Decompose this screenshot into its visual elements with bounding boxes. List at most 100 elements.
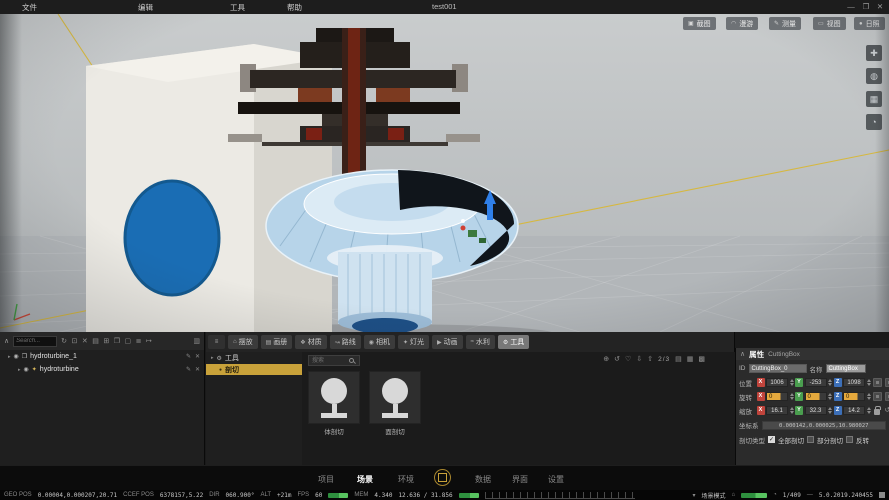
checkbox-cut-all[interactable]: ✓ <box>768 436 775 443</box>
tree-item-hydroturbine-1[interactable]: ▸ ◉ ❒ hydroturbine_1 ✎ ✕ <box>0 350 204 363</box>
tab-tools[interactable]: ⚙工具 <box>498 335 529 349</box>
collapse-panel-icon[interactable]: ∧ <box>4 337 9 345</box>
value-stepper[interactable] <box>828 406 832 415</box>
large-grid-view-icon[interactable]: ▩ <box>698 355 705 363</box>
duplicate-icon[interactable]: ❐ <box>114 337 120 345</box>
tool-card-volume-cut[interactable]: 体剖切 <box>308 371 360 436</box>
value-stepper[interactable] <box>867 392 871 401</box>
scale-z-field[interactable]: 14.2 <box>843 406 865 415</box>
status-square-icon[interactable] <box>879 492 885 498</box>
list-view-icon[interactable]: ▤ <box>675 355 682 363</box>
minimize-button[interactable]: — <box>845 2 857 11</box>
grid-button[interactable]: ▦ <box>866 91 882 107</box>
checkbox-invert[interactable] <box>846 436 853 443</box>
add-icon[interactable]: ⊕ <box>603 355 609 363</box>
display-settings-button[interactable]: ◔ <box>866 114 882 130</box>
app-logo[interactable] <box>434 469 451 486</box>
refresh-icon[interactable]: ↺ <box>614 355 620 363</box>
value-stepper[interactable] <box>790 378 794 387</box>
coordinate-field[interactable]: 0.000142,0.000025,10.980027 <box>762 421 887 430</box>
list-view-icon[interactable]: ≣ <box>136 337 142 345</box>
menu-file[interactable]: 文件 <box>22 2 37 13</box>
nav-cube-button[interactable]: ✚ <box>866 45 882 61</box>
tree-item-hydroturbine[interactable]: ▸ ◉ ✦ hydroturbine ✎ ✕ <box>0 363 204 376</box>
rotation-y-field[interactable]: 0 <box>805 392 827 401</box>
edit-item-icon[interactable]: ✎ <box>186 353 191 360</box>
value-stepper[interactable] <box>828 378 832 387</box>
edit-item-icon[interactable]: ✎ <box>186 366 191 373</box>
id-field[interactable]: CuttingBox_0 <box>749 364 807 373</box>
tab-route[interactable]: ↝路线 <box>330 335 361 349</box>
tab-water[interactable]: ≈水利 <box>466 335 495 349</box>
menu-edit[interactable]: 编辑 <box>138 2 153 13</box>
clear-icon[interactable]: ✕ <box>82 337 88 345</box>
folder-icon[interactable]: ▤ <box>92 337 99 345</box>
nav-data[interactable]: 数据 <box>475 474 491 485</box>
globe-button[interactable]: ◍ <box>866 68 882 84</box>
rotation-z-field[interactable]: 0 <box>843 392 865 401</box>
upload-icon[interactable]: ⇧ <box>647 355 653 363</box>
paste-values-button[interactable] <box>885 378 889 387</box>
name-field[interactable]: CuttingBox <box>826 364 866 373</box>
maximize-button[interactable]: ❐ <box>860 2 872 11</box>
roam-button[interactable]: ◠ 漫游 <box>726 17 758 30</box>
nav-settings[interactable]: 设置 <box>548 474 564 485</box>
value-stepper[interactable] <box>790 406 794 415</box>
reset-icon[interactable]: ↺ <box>885 406 889 415</box>
delete-item-icon[interactable]: ✕ <box>195 366 200 373</box>
lock-scale-icon[interactable] <box>873 406 882 416</box>
grid-view-icon[interactable]: ▦ <box>687 355 694 363</box>
tool-search[interactable] <box>308 355 360 366</box>
nav-interface[interactable]: 界面 <box>512 474 528 485</box>
scene-mode-selector[interactable]: 场景模式 <box>701 491 725 500</box>
copy-values-button[interactable] <box>873 392 882 401</box>
expand-icon[interactable]: ⊞ <box>103 337 109 345</box>
visibility-eye-icon[interactable]: ◉ <box>24 366 29 373</box>
tab-light[interactable]: ✦灯光 <box>398 335 429 349</box>
visibility-eye-icon[interactable]: ◉ <box>14 353 19 360</box>
scale-x-field[interactable]: 16.1 <box>766 406 788 415</box>
value-stepper[interactable] <box>790 392 794 401</box>
scale-y-field[interactable]: 32.3 <box>805 406 827 415</box>
position-z-field[interactable]: 1098 <box>843 378 865 387</box>
refresh-icon[interactable]: ↻ <box>61 337 67 345</box>
outliner-search-input[interactable] <box>13 336 57 347</box>
view-button[interactable]: ▭ 视图 <box>813 17 846 30</box>
frame-icon[interactable]: ▢ <box>125 337 132 345</box>
expand-arrow-icon[interactable]: ▸ <box>8 354 11 360</box>
paste-values-button[interactable] <box>885 392 889 401</box>
nav-project[interactable]: 项目 <box>318 474 334 485</box>
copy-values-button[interactable] <box>873 378 882 387</box>
checkbox-cut-partial[interactable] <box>807 436 814 443</box>
tool-search-input[interactable] <box>312 356 346 365</box>
expand-arrow-icon[interactable]: ▸ <box>18 367 21 373</box>
measure-button[interactable]: ✎ 测量 <box>769 17 801 30</box>
tool-card-plane-cut[interactable]: 面剖切 <box>369 371 421 436</box>
export-icon[interactable]: ↦ <box>146 337 152 345</box>
viewport-3d[interactable]: ▣ 截图 ◠ 漫游 ✎ 测量 ▭ 视图 ● 日照 ✚ ◍ ▦ ◔ <box>0 14 889 332</box>
value-stepper[interactable] <box>867 406 871 415</box>
delete-item-icon[interactable]: ✕ <box>195 353 200 360</box>
chevron-down-icon[interactable]: ▾ <box>692 492 695 499</box>
value-stepper[interactable] <box>828 392 832 401</box>
sunlight-button[interactable]: ● 日照 <box>854 17 885 30</box>
position-y-field[interactable]: -253 <box>805 378 827 387</box>
tab-place[interactable]: ⌂摆放 <box>228 335 258 349</box>
tool-tree-root[interactable]: ▸ ⚙ 工具 <box>206 352 302 364</box>
rotation-x-field[interactable]: 0 <box>766 392 788 401</box>
home-icon[interactable]: ⌂ <box>732 492 736 498</box>
menu-help[interactable]: 帮助 <box>287 2 302 13</box>
tool-tree-item-cutting[interactable]: ● 剖切 <box>206 364 302 375</box>
position-x-field[interactable]: 1006 <box>766 378 788 387</box>
panel-toggle-icon[interactable]: ▥ <box>193 337 200 345</box>
tab-album[interactable]: ▤画册 <box>261 335 293 349</box>
screenshot-button[interactable]: ▣ 截图 <box>683 17 716 30</box>
tab-material[interactable]: ❖材质 <box>295 335 326 349</box>
tab-animation[interactable]: ▶动画 <box>432 335 463 349</box>
favorite-icon[interactable]: ♡ <box>625 355 631 363</box>
dock-menu-button[interactable]: ≡ <box>208 335 225 349</box>
collapse-panel-icon[interactable]: ∧ <box>740 350 745 358</box>
download-icon[interactable]: ⇩ <box>636 355 642 363</box>
tab-camera[interactable]: ◉相机 <box>364 335 395 349</box>
close-button[interactable]: ✕ <box>874 2 886 11</box>
